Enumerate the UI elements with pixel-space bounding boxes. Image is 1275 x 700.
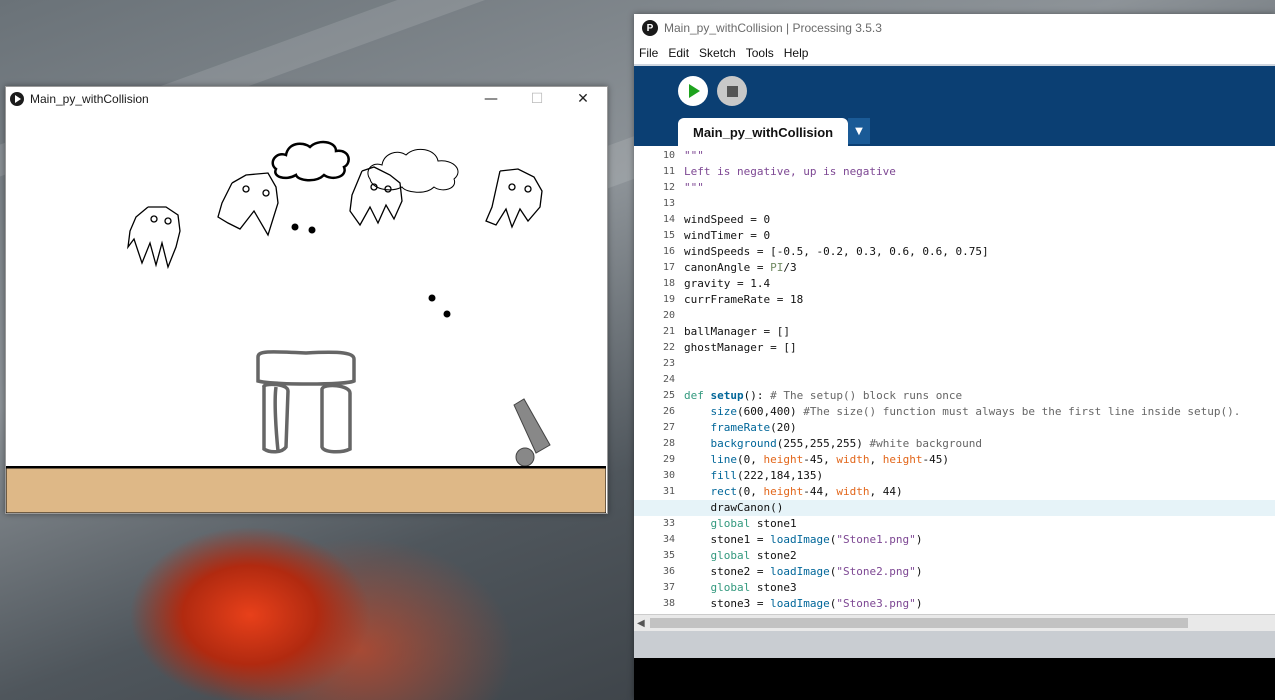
line-number: 25 (662, 390, 675, 401)
cannonball (308, 226, 316, 234)
line-number: 28 (662, 438, 675, 449)
code-line[interactable]: global stone1 (684, 517, 797, 530)
sketch-titlebar[interactable]: Main_py_withCollision — ☐ ✕ (6, 87, 607, 111)
line-number: 18 (662, 278, 675, 289)
maximize-button[interactable]: ☐ (514, 87, 560, 111)
menu-file[interactable]: File (634, 46, 663, 60)
sketch-title: Main_py_withCollision (30, 92, 149, 106)
processing-play-icon (10, 92, 24, 106)
code-line[interactable]: currFrameRate = 18 (684, 293, 803, 306)
line-number: 38 (662, 598, 675, 609)
code-line[interactable]: rect(0, height-44, width, 44) (684, 485, 903, 498)
ide-title: Main_py_withCollision | Processing 3.5.3 (664, 21, 882, 35)
code-line[interactable]: """ (684, 149, 704, 162)
code-line[interactable]: Left is negative, up is negative (684, 165, 896, 178)
line-number: 14 (662, 214, 675, 225)
line-number: 27 (662, 422, 675, 433)
line-number: 34 (662, 534, 675, 545)
code-line[interactable]: windTimer = 0 (684, 229, 770, 242)
code-line[interactable]: drawCanon() (684, 501, 783, 514)
ground-rect (6, 467, 606, 513)
menu-tools[interactable]: Tools (741, 46, 779, 60)
scroll-left-icon[interactable]: ◀ (637, 618, 645, 629)
code-line[interactable]: windSpeed = 0 (684, 213, 770, 226)
ghost-icon (127, 206, 181, 270)
cannonball (443, 310, 451, 318)
sketch-canvas[interactable] (6, 111, 606, 513)
line-number: 11 (662, 166, 675, 177)
line-number: 17 (662, 262, 675, 273)
code-line[interactable]: global stone3 (684, 581, 797, 594)
cannonball (291, 223, 299, 231)
cannon-icon (513, 398, 551, 467)
menu-sketch[interactable]: Sketch (694, 46, 741, 60)
play-icon (689, 84, 700, 98)
sketch-window: Main_py_withCollision — ☐ ✕ (5, 86, 608, 514)
code-line[interactable]: def setup(): # The setup() block runs on… (684, 389, 962, 402)
code-line[interactable]: stone2 = loadImage("Stone2.png") (684, 565, 922, 578)
line-number-gutter: 10 11 12 13 14 15 16 17 18 19 20 21 22 23 24 25 26 27 28 29… (634, 146, 678, 614)
line-number: 10 (662, 150, 675, 161)
line-number: 30 (662, 470, 675, 481)
close-button[interactable]: ✕ (560, 87, 606, 111)
code-line[interactable]: """ (684, 181, 704, 194)
ghost-icon (485, 168, 543, 229)
code-line[interactable]: size(600,400) #The size() function must … (684, 405, 1241, 418)
scrollbar-thumb[interactable] (650, 618, 1188, 628)
menu-bar: File Edit Sketch Tools Help (634, 42, 1275, 66)
menu-help[interactable]: Help (779, 46, 814, 60)
code-line[interactable]: frameRate(20) (684, 421, 797, 434)
line-number: 29 (662, 454, 675, 465)
code-line[interactable]: line(0, height-45, width, height-45) (684, 453, 950, 466)
code-line[interactable]: ghostManager = [] (684, 341, 797, 354)
ghost-icon (217, 172, 279, 237)
code-line[interactable]: stone1 = loadImage("Stone1.png") (684, 533, 922, 546)
ide-titlebar[interactable]: P Main_py_withCollision | Processing 3.5… (634, 14, 1275, 42)
line-number: 23 (662, 358, 675, 369)
code-line[interactable]: windSpeeds = [-0.5, -0.2, 0.3, 0.6, 0.6,… (684, 245, 989, 258)
code-line[interactable]: ballManager = [] (684, 325, 790, 338)
line-number: 12 (662, 182, 675, 193)
code-line[interactable]: global stone2 (684, 549, 797, 562)
tab-main[interactable]: Main_py_withCollision (678, 118, 849, 146)
line-number: 26 (662, 406, 675, 417)
processing-logo-icon: P (642, 20, 658, 36)
line-number: 31 (662, 486, 675, 497)
code-editor[interactable]: 10 11 12 13 14 15 16 17 18 19 20 21 22 23 24 25 26 27 28 29… (634, 146, 1275, 614)
code-line[interactable]: gravity = 1.4 (684, 277, 770, 290)
line-number: 21 (662, 326, 675, 337)
horizontal-scrollbar[interactable]: ◀ (634, 614, 1275, 631)
line-number: 22 (662, 342, 675, 353)
line-number: 24 (662, 374, 675, 385)
line-number: 37 (662, 582, 675, 593)
minimize-button[interactable]: — (468, 87, 514, 111)
cloud-icon (271, 140, 350, 182)
line-number: 19 (662, 294, 675, 305)
code-line[interactable]: stone3 = loadImage("Stone3.png") (684, 597, 922, 610)
stop-button[interactable] (717, 76, 747, 106)
console-area[interactable] (634, 658, 1275, 700)
code-line[interactable]: canonAngle = PI/3 (684, 261, 797, 274)
status-bar (634, 631, 1275, 658)
line-number: 16 (662, 246, 675, 257)
code-line[interactable]: fill(222,184,135) (684, 469, 824, 482)
code-line[interactable]: background(255,255,255) #white backgroun… (684, 437, 983, 450)
tab-menu-button[interactable]: ▼ (848, 118, 870, 144)
stone-structure-icon (256, 350, 356, 454)
cannonball (428, 294, 436, 302)
run-button[interactable] (678, 76, 708, 106)
line-number: 36 (662, 566, 675, 577)
processing-ide-window: P Main_py_withCollision | Processing 3.5… (634, 14, 1275, 700)
line-number: 35 (662, 550, 675, 561)
line-number: 20 (662, 310, 675, 321)
line-number: 13 (662, 198, 675, 209)
line-number: 15 (662, 230, 675, 241)
line-number: 33 (662, 518, 675, 529)
stop-icon (726, 85, 738, 97)
menu-edit[interactable]: Edit (663, 46, 694, 60)
